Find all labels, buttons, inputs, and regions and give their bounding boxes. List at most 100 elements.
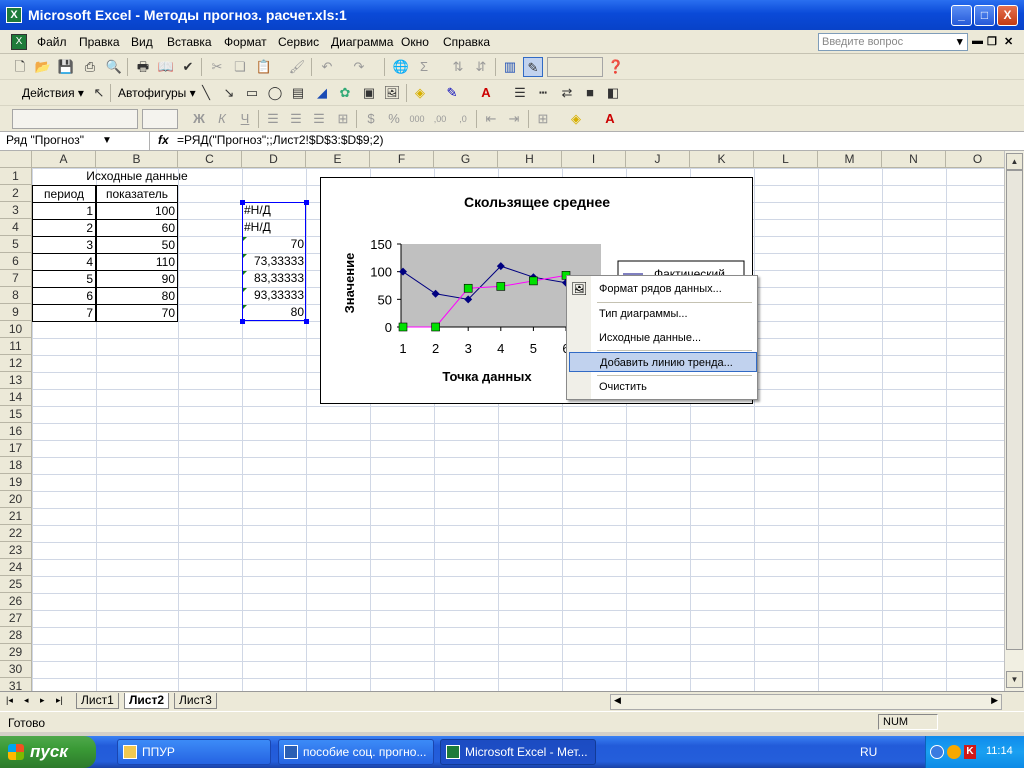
range-handle[interactable] [240, 200, 245, 205]
task-excel[interactable]: Microsoft Excel - Мет... [440, 739, 596, 765]
column-header[interactable]: C [178, 151, 242, 168]
period-cell[interactable]: 6 [32, 287, 96, 305]
column-header[interactable]: I [562, 151, 626, 168]
tab-prev-icon[interactable]: ◂ [24, 695, 29, 706]
row-header[interactable]: 18 [0, 457, 32, 474]
row-header[interactable]: 5 [0, 236, 32, 253]
period-cell[interactable]: 3 [32, 236, 96, 254]
tab-list2[interactable]: Лист2 [124, 693, 170, 709]
row-header[interactable]: 30 [0, 661, 32, 678]
row-header[interactable]: 26 [0, 593, 32, 610]
tray-antivirus-icon[interactable] [947, 745, 961, 759]
row-header[interactable]: 11 [0, 338, 32, 355]
row-header[interactable]: 12 [0, 355, 32, 372]
font-name-combo[interactable] [12, 109, 138, 129]
underline-icon[interactable]: Ч [235, 109, 255, 129]
spelling-icon[interactable]: ✔ [178, 57, 198, 77]
horizontal-scrollbar[interactable]: ◀ ▶ [610, 694, 1002, 710]
row-header[interactable]: 25 [0, 576, 32, 593]
name-box-dropdown-icon[interactable]: ▼ [102, 132, 112, 149]
insert-function-icon[interactable]: fx [158, 133, 169, 147]
tab-next-icon[interactable]: ▸ [40, 695, 45, 706]
arrow-icon[interactable]: ↘ [219, 83, 239, 103]
tab-last-icon[interactable]: ▸| [56, 695, 63, 706]
column-header[interactable]: E [306, 151, 370, 168]
clock[interactable]: 11:14 [986, 745, 1013, 757]
header-indicator[interactable]: показатель [96, 185, 178, 203]
name-box[interactable]: Ряд "Прогноз" ▼ [0, 132, 150, 150]
print-icon[interactable]: 🖶 [133, 57, 153, 77]
undo-icon[interactable]: ↶ [317, 57, 337, 77]
actions-menu[interactable]: Действия ▾ [22, 86, 84, 100]
tray-k-icon[interactable]: K [964, 745, 976, 759]
range-handle[interactable] [240, 319, 245, 324]
autoshapes-menu[interactable]: Автофигуры ▾ [118, 86, 196, 100]
chart-xlabel[interactable]: Точка данных [442, 369, 532, 384]
autosum-icon[interactable]: Σ [414, 57, 434, 77]
wordart-icon[interactable]: ◢ [312, 83, 332, 103]
align-left-icon[interactable]: ☰ [263, 109, 283, 129]
row-header[interactable]: 23 [0, 542, 32, 559]
hscroll-left-icon[interactable]: ◀ [614, 695, 621, 706]
indicator-cell[interactable]: 70 [96, 304, 178, 322]
menu-format[interactable]: Формат [224, 35, 267, 49]
menu-tools[interactable]: Сервис [278, 35, 319, 49]
open-icon[interactable]: 📂 [33, 57, 53, 77]
column-header[interactable]: F [370, 151, 434, 168]
mdi-minimize-icon[interactable]: ▬ [972, 35, 983, 47]
row-header[interactable]: 6 [0, 253, 32, 270]
minimize-button[interactable]: _ [951, 5, 972, 26]
copy-icon[interactable]: ❏ [230, 57, 250, 77]
select-all-corner[interactable] [0, 151, 32, 168]
picture-icon[interactable]: 🖼 [382, 83, 402, 103]
row-header[interactable]: 10 [0, 321, 32, 338]
ctx-format-series[interactable]: Формат рядов данных... [591, 279, 755, 299]
ctx-add-trendline[interactable]: Добавить линию тренда... [569, 352, 757, 372]
ctx-chart-type[interactable]: Тип диаграммы... [591, 304, 755, 324]
paste-icon[interactable]: 📋 [254, 57, 274, 77]
mdi-close-icon[interactable]: ✕ [1004, 35, 1013, 48]
column-header[interactable]: G [434, 151, 498, 168]
menu-help[interactable]: Справка [443, 35, 490, 49]
row-header[interactable]: 13 [0, 372, 32, 389]
indicator-cell[interactable]: 90 [96, 270, 178, 288]
arrow-style-icon[interactable]: ⇄ [557, 83, 577, 103]
font-color-icon[interactable]: A [476, 83, 496, 103]
oval-icon[interactable]: ◯ [265, 83, 285, 103]
range-handle[interactable] [304, 319, 309, 324]
column-header[interactable]: O [946, 151, 1004, 168]
row-header[interactable]: 2 [0, 185, 32, 202]
permission-icon[interactable]: ⎙ [80, 57, 100, 77]
highlight-fill-icon[interactable]: ◈ [566, 109, 586, 129]
row-header[interactable]: 28 [0, 627, 32, 644]
close-button[interactable]: X [997, 5, 1018, 26]
column-header[interactable]: L [754, 151, 818, 168]
diagram-icon[interactable]: ✿ [335, 83, 355, 103]
tab-list1[interactable]: Лист1 [76, 693, 119, 709]
period-cell[interactable]: 1 [32, 202, 96, 220]
indicator-cell[interactable]: 50 [96, 236, 178, 254]
increase-indent-icon[interactable]: ⇥ [504, 109, 524, 129]
column-header[interactable]: M [818, 151, 882, 168]
borders-icon[interactable]: ⊞ [533, 109, 553, 129]
bold-icon[interactable]: Ж [189, 109, 209, 129]
sort-asc-icon[interactable]: ⇅ [448, 57, 468, 77]
row-header[interactable]: 31 [0, 678, 32, 691]
row-header[interactable]: 22 [0, 525, 32, 542]
save-icon[interactable]: 💾 [56, 57, 76, 77]
increase-decimal-icon[interactable]: ,00 [430, 109, 450, 129]
task-ppur[interactable]: ППУР [117, 739, 271, 765]
column-header[interactable]: K [690, 151, 754, 168]
menu-view[interactable]: Вид [131, 35, 153, 49]
decrease-decimal-icon[interactable]: ,0 [453, 109, 473, 129]
language-indicator[interactable]: RU [860, 745, 877, 759]
shadow-style-icon[interactable]: ■ [580, 83, 600, 103]
formula-input[interactable]: =РЯД("Прогноз";;Лист2!$D$3:$D$9;2) [177, 133, 384, 147]
line-color-icon[interactable]: ✎ [442, 83, 462, 103]
tab-first-icon[interactable]: |◂ [6, 695, 13, 706]
range-handle[interactable] [304, 200, 309, 205]
line-style-icon[interactable]: ☰ [510, 83, 530, 103]
textbox-icon[interactable]: ▤ [288, 83, 308, 103]
fill-color-icon[interactable]: ◈ [410, 83, 430, 103]
column-header[interactable]: N [882, 151, 946, 168]
